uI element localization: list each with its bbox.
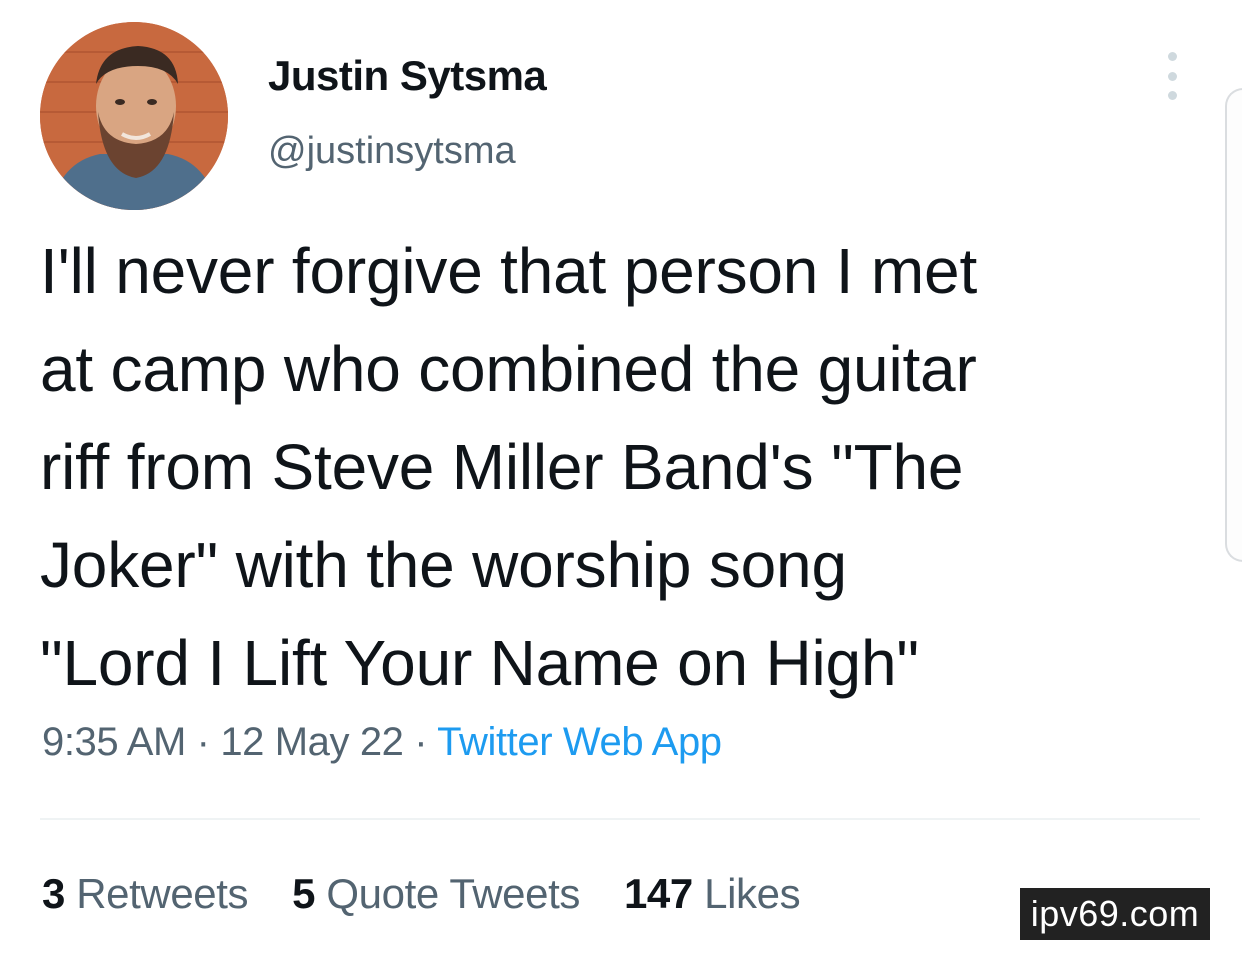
likes-stat[interactable]: 147 Likes bbox=[623, 870, 801, 918]
tweet-source-link[interactable]: Twitter Web App bbox=[437, 720, 722, 764]
avatar[interactable] bbox=[40, 22, 228, 210]
retweets-count: 3 bbox=[42, 870, 65, 917]
tweet-stats: 3 Retweets 5 Quote Tweets 147 Likes bbox=[42, 870, 844, 918]
tweet-page: Justin Sytsma @justinsytsma I'll never f… bbox=[0, 0, 1242, 972]
tweet-date[interactable]: 12 May 22 bbox=[220, 720, 404, 764]
author-handle[interactable]: @justinsytsma bbox=[268, 130, 516, 173]
likes-label: Likes bbox=[704, 870, 801, 917]
retweets-label: Retweets bbox=[76, 870, 249, 917]
quote-tweets-label: Quote Tweets bbox=[326, 870, 580, 917]
divider bbox=[40, 818, 1200, 820]
retweets-stat[interactable]: 3 Retweets bbox=[42, 870, 249, 918]
quote-tweets-stat[interactable]: 5 Quote Tweets bbox=[292, 870, 580, 918]
quote-tweets-count: 5 bbox=[292, 870, 316, 917]
more-options-button[interactable] bbox=[1158, 52, 1186, 100]
author-display-name[interactable]: Justin Sytsma bbox=[268, 52, 547, 100]
tweet-time[interactable]: 9:35 AM bbox=[42, 720, 186, 764]
avatar-photo bbox=[40, 22, 228, 210]
likes-count: 147 bbox=[623, 870, 693, 917]
side-panel-edge bbox=[1225, 88, 1242, 562]
watermark: ipv69.com bbox=[1020, 888, 1210, 940]
meta-separator: · bbox=[185, 720, 221, 764]
more-vertical-icon bbox=[1167, 52, 1177, 61]
meta-separator: · bbox=[403, 720, 438, 764]
tweet-text: I'll never forgive that person I met at … bbox=[40, 235, 978, 699]
tweet-meta: 9:35 AM · 12 May 22 · Twitter Web App bbox=[42, 720, 722, 765]
